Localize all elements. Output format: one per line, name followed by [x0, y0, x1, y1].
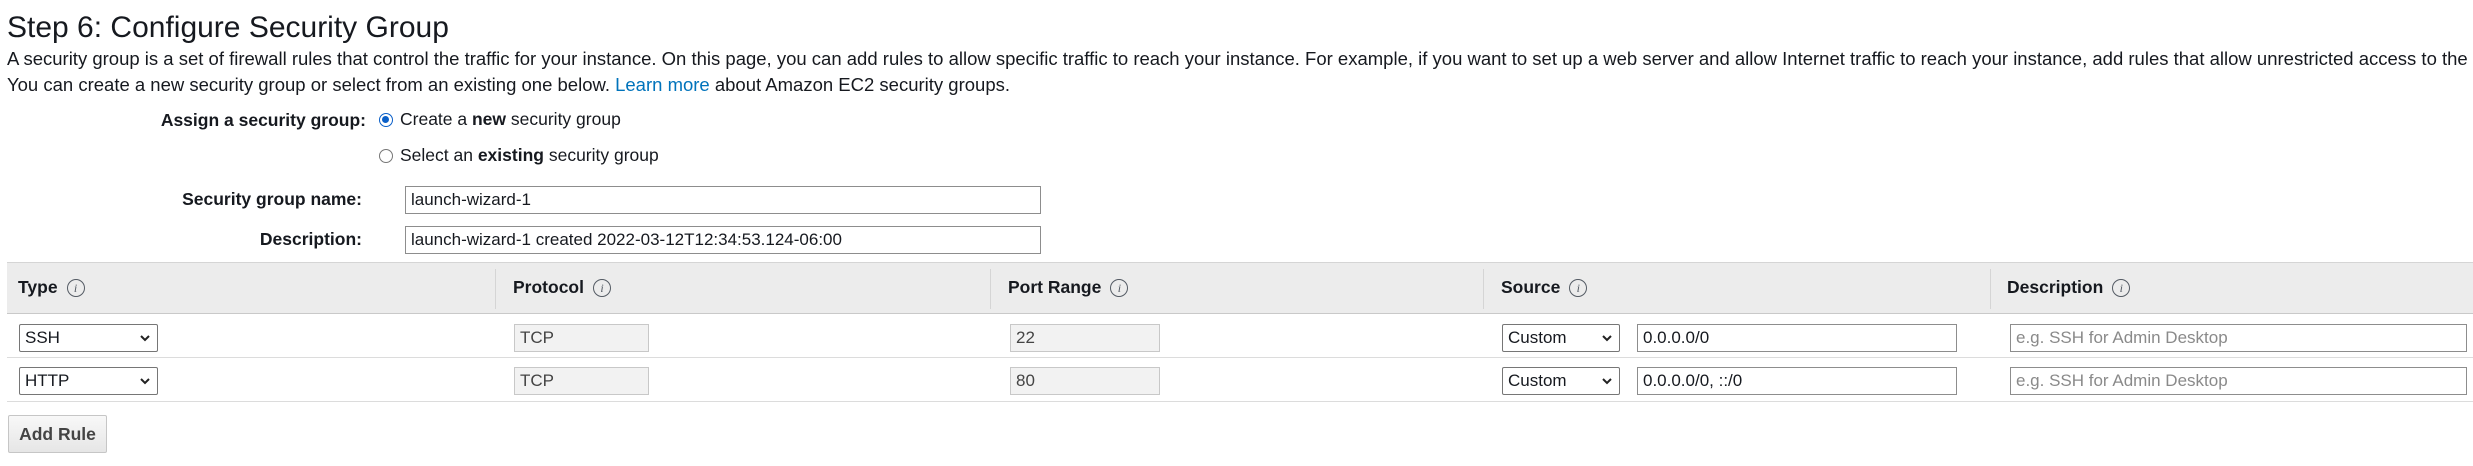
chevron-down-icon [140, 378, 150, 385]
rule-description-input[interactable] [2010, 324, 2467, 352]
info-icon[interactable]: i [592, 278, 611, 297]
info-icon[interactable]: i [2112, 278, 2131, 297]
source-select[interactable]: Custom [1502, 367, 1620, 395]
column-divider [495, 269, 496, 309]
chevron-down-icon [140, 335, 150, 342]
protocol-field [514, 324, 649, 352]
rule-description-input[interactable] [2010, 367, 2467, 395]
page-title: Step 6: Configure Security Group [7, 11, 449, 44]
column-divider [1483, 269, 1484, 309]
intro-text: A security group is a set of firewall ru… [7, 46, 2473, 98]
info-icon[interactable]: i [1110, 278, 1129, 297]
type-select-value: SSH [25, 328, 60, 347]
chevron-down-icon [1602, 335, 1612, 342]
header-port-range: Port Range i [1008, 277, 1129, 298]
table-row: HTTP Custom [7, 358, 2473, 402]
security-group-name-label: Security group name: [182, 189, 362, 209]
protocol-field [514, 367, 649, 395]
column-divider [1990, 269, 1991, 309]
radio-select-existing-button[interactable] [379, 148, 393, 163]
description-label: Description: [259, 229, 362, 249]
configure-security-group-page: Step 6: Configure Security Group A secur… [0, 0, 2473, 466]
intro-line-2-prefix: You can create a new security group or s… [7, 74, 610, 95]
type-select[interactable]: SSH [19, 324, 158, 352]
column-divider [990, 269, 991, 309]
port-range-field [1010, 367, 1160, 395]
info-icon[interactable]: i [1569, 278, 1588, 297]
learn-more-link[interactable]: Learn more [615, 74, 710, 95]
source-cidr-input[interactable] [1637, 324, 1957, 352]
source-cidr-input[interactable] [1637, 367, 1957, 395]
table-row: SSH Custom [7, 314, 2473, 358]
intro-line-2: You can create a new security group or s… [7, 72, 2473, 98]
radio-select-existing[interactable]: Select an existing security group [379, 145, 659, 166]
description-input[interactable] [405, 226, 1041, 254]
header-type: Type i [18, 277, 85, 298]
port-range-field [1010, 324, 1160, 352]
type-select[interactable]: HTTP [19, 367, 158, 395]
source-select-value: Custom [1508, 371, 1567, 390]
info-icon[interactable]: i [66, 278, 85, 297]
source-select[interactable]: Custom [1502, 324, 1620, 352]
header-source: Source i [1501, 277, 1588, 298]
radio-create-new[interactable]: Create a new security group [379, 109, 621, 130]
add-rule-button[interactable]: Add Rule [8, 415, 107, 453]
intro-line-2-suffix: about Amazon EC2 security groups. [714, 74, 1010, 95]
chevron-down-icon [1602, 378, 1612, 385]
header-description: Description i [2007, 277, 2131, 298]
radio-select-existing-label: Select an existing security group [400, 145, 659, 165]
header-protocol: Protocol i [513, 277, 611, 298]
assign-security-group-label: Assign a security group: [160, 110, 366, 130]
radio-create-new-label: Create a new security group [400, 109, 621, 129]
intro-line-1: A security group is a set of firewall ru… [7, 48, 2473, 69]
source-select-value: Custom [1508, 328, 1567, 347]
table-header: Type i Protocol i Port Range i Source i Desc… [7, 262, 2473, 314]
security-group-name-input[interactable] [405, 186, 1041, 214]
radio-create-new-button[interactable] [379, 112, 393, 127]
type-select-value: HTTP [25, 371, 70, 390]
